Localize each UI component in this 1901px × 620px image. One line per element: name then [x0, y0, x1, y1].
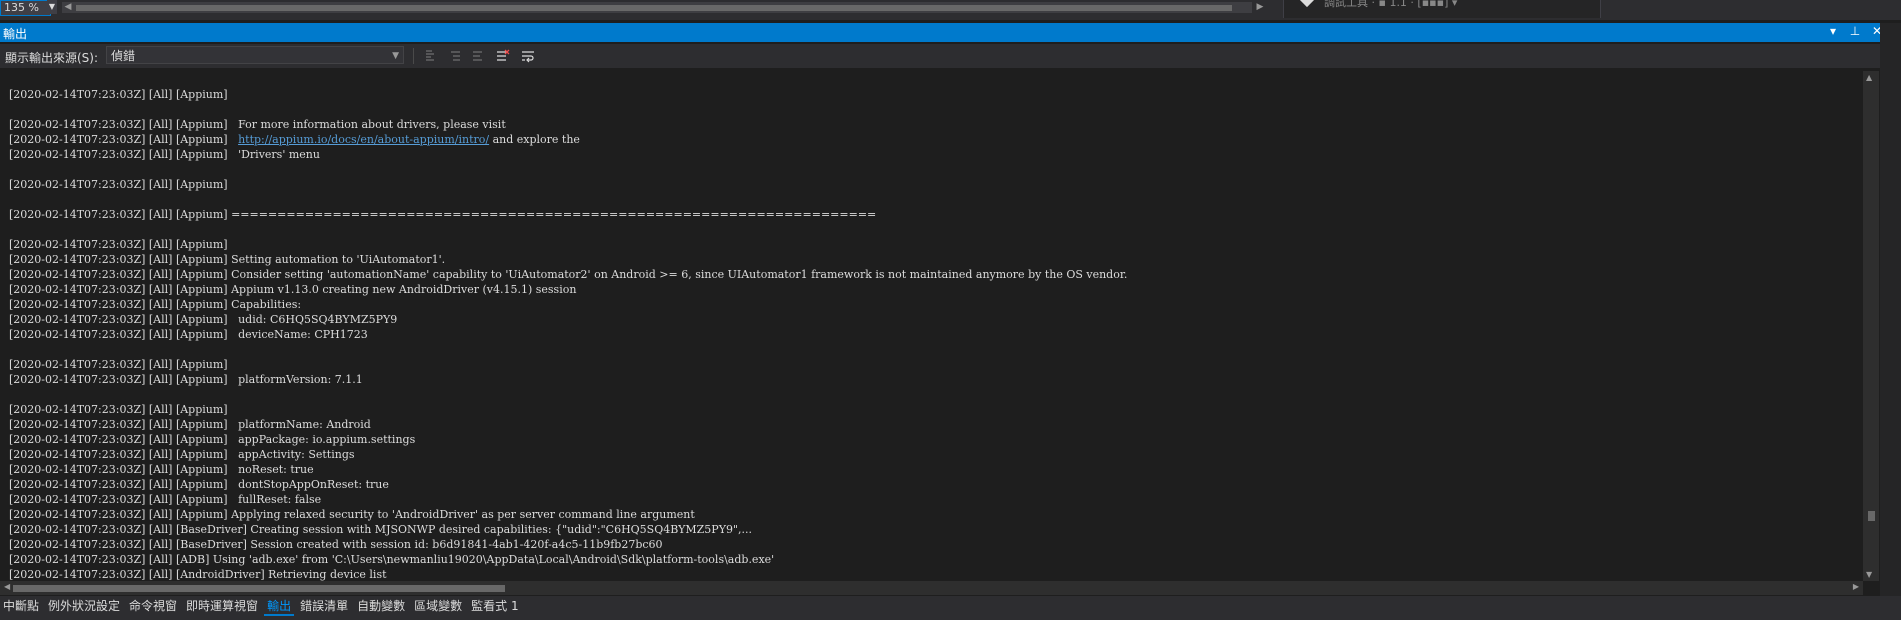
- log-line: [9, 222, 1127, 237]
- log-lines: [2020-02-14T07:23:03Z] [All] [Appium] [20…: [9, 87, 1127, 581]
- log-line: [2020-02-14T07:23:03Z] [All] [Appium] de…: [9, 328, 368, 341]
- log-line: [2020-02-14T07:23:03Z] [All] [Appium] pl…: [9, 373, 363, 386]
- navigation-panel: 調試工具 · ▪ 1.1 · [▪▪▪] ▾: [1283, 0, 1600, 18]
- output-text-area[interactable]: [2020-02-14T07:23:03Z] [All] [Appium] [20…: [0, 71, 1861, 581]
- scroll-left-icon[interactable]: ◀: [62, 0, 74, 14]
- log-line: [9, 102, 1127, 117]
- navigation-text: 調試工具 · ▪ 1.1 · [▪▪▪] ▾: [1324, 0, 1458, 9]
- log-line: [2020-02-14T07:23:03Z] [All] [ADB] Using…: [9, 553, 775, 566]
- log-line: [2020-02-14T07:23:03Z] [All] [BaseDriver…: [9, 538, 663, 551]
- tab-3[interactable]: 即時運算視窗: [183, 596, 261, 616]
- log-line: [2020-02-14T07:23:03Z] [All] [Appium] do…: [9, 478, 389, 491]
- log-line: [2020-02-14T07:23:03Z] [All] [Appium] Ap…: [9, 508, 695, 521]
- tab-2[interactable]: 命令視窗: [126, 596, 180, 616]
- tool-window-tabs: 中斷點 例外狀況設定 命令視窗 即時運算視窗 輸出 錯誤清單 自動變數 區域變數 監看式 1: [0, 596, 1901, 620]
- log-line: [2020-02-14T07:23:03Z] [All] [AndroidDri…: [9, 568, 387, 581]
- chevron-down-icon[interactable]: ▼: [47, 0, 57, 14]
- log-line: [2020-02-14T07:23:03Z] [All] [Appium] ud…: [9, 313, 398, 326]
- clear-all-icon[interactable]: [493, 47, 513, 65]
- output-source-label: 顯示輸出來源(S):: [5, 51, 99, 65]
- scroll-left-icon[interactable]: ◀: [4, 582, 10, 591]
- tab-8[interactable]: 監看式 1: [468, 596, 521, 616]
- side-panel-strip: [1600, 0, 1901, 18]
- log-line: [2020-02-14T07:23:03Z] [All] [BaseDriver…: [9, 523, 752, 536]
- log-line-suffix: and explore the: [489, 133, 580, 146]
- log-line: [2020-02-14T07:23:03Z] [All] [Appium]: [9, 403, 228, 416]
- next-message-icon[interactable]: [468, 47, 488, 65]
- editor-bottom-strip: 135 % ▼ ◀ ▶ 調試工具 · ▪ 1.1 · [▪▪▪] ▾: [0, 0, 1901, 20]
- vertical-scrollbar[interactable]: ▲ ▼: [1863, 71, 1879, 581]
- title-bar-icons: ▾ ⊥ ✕: [1827, 24, 1883, 38]
- window-title: 輸出: [3, 27, 28, 41]
- output-source-value: 偵錯: [111, 49, 136, 63]
- chevron-down-icon[interactable]: ▼: [392, 47, 399, 65]
- log-line: [2020-02-14T07:23:03Z] [All] [Appium] Ap…: [9, 283, 577, 296]
- log-line: [9, 162, 1127, 177]
- scroll-down-icon[interactable]: ▼: [1866, 570, 1872, 579]
- tab-5[interactable]: 錯誤清單: [297, 596, 351, 616]
- output-toolbar: 顯示輸出來源(S): 偵錯 ▼: [0, 44, 1901, 68]
- diamond-icon: [1299, 0, 1315, 8]
- find-message-in-code-icon[interactable]: [421, 47, 441, 65]
- log-line: [2020-02-14T07:23:03Z] [All] [Appium] Fo…: [9, 118, 506, 131]
- log-line: [2020-02-14T07:23:03Z] [All] [Appium]: [9, 178, 228, 191]
- log-line: [2020-02-14T07:23:03Z] [All] [Appium] ==…: [9, 208, 877, 221]
- log-line: [2020-02-14T07:23:03Z] [All] [Appium]: [9, 88, 228, 101]
- log-line: [2020-02-14T07:23:03Z] [All] [Appium] fu…: [9, 493, 322, 506]
- log-line: [2020-02-14T07:23:03Z] [All] [Appium] ap…: [9, 448, 355, 461]
- word-wrap-icon[interactable]: [518, 47, 538, 65]
- scroll-right-icon[interactable]: ▶: [1254, 0, 1266, 14]
- tab-6[interactable]: 自動變數: [354, 596, 408, 616]
- log-line: [9, 387, 1127, 402]
- scroll-right-icon[interactable]: ▶: [1853, 582, 1859, 591]
- horizontal-scrollbar[interactable]: ◀ ▶: [0, 581, 1863, 595]
- log-line-prefix: [2020-02-14T07:23:03Z] [All] [Appium]: [9, 133, 239, 146]
- tab-1[interactable]: 例外狀況設定: [45, 596, 123, 616]
- scrollbar-thumb[interactable]: [13, 585, 505, 592]
- scroll-up-icon[interactable]: ▲: [1866, 73, 1872, 82]
- log-line: [2020-02-14T07:23:03Z] [All] [Appium] pl…: [9, 418, 371, 431]
- scrollbar-thumb[interactable]: [76, 5, 1232, 11]
- log-line: [2020-02-14T07:23:03Z] [All] [Appium] ap…: [9, 433, 416, 446]
- log-line: [2020-02-14T07:23:03Z] [All] [Appium] Ca…: [9, 298, 302, 311]
- log-line: [2020-02-14T07:23:03Z] [All] [Appium] 'D…: [9, 148, 320, 161]
- tab-0[interactable]: 中斷點: [0, 596, 42, 616]
- tab-4[interactable]: 輸出: [264, 596, 295, 616]
- window-options-icon[interactable]: ▾: [1827, 24, 1839, 38]
- log-link[interactable]: http://appium.io/docs/en/about-appium/in…: [238, 133, 489, 146]
- output-window-title-bar: 輸出 ▾ ⊥ ✕: [0, 23, 1901, 42]
- pin-icon[interactable]: ⊥: [1849, 24, 1861, 38]
- tab-7[interactable]: 區域變數: [411, 596, 465, 616]
- toolbar-separator: [413, 48, 414, 64]
- log-line: [2020-02-14T07:23:03Z] [All] [Appium] Co…: [9, 268, 1128, 281]
- editor-horizontal-scrollbar[interactable]: [62, 2, 1252, 13]
- log-line: [2020-02-14T07:23:03Z] [All] [Appium] no…: [9, 463, 314, 476]
- log-line: [9, 342, 1127, 357]
- log-line: [9, 192, 1127, 207]
- log-line: [2020-02-14T07:23:03Z] [All] [Appium] Se…: [9, 253, 446, 266]
- log-line: [2020-02-14T07:23:03Z] [All] [Appium]: [9, 358, 228, 371]
- previous-message-icon[interactable]: [446, 47, 466, 65]
- log-line: [2020-02-14T07:23:03Z] [All] [Appium] ht…: [9, 132, 1127, 147]
- scrollbar-thumb[interactable]: [1868, 511, 1875, 521]
- zoom-level-combo[interactable]: 135 %: [0, 0, 51, 16]
- right-gutter: [1880, 23, 1901, 620]
- log-line: [2020-02-14T07:23:03Z] [All] [Appium]: [9, 238, 228, 251]
- output-source-dropdown[interactable]: 偵錯 ▼: [106, 46, 404, 64]
